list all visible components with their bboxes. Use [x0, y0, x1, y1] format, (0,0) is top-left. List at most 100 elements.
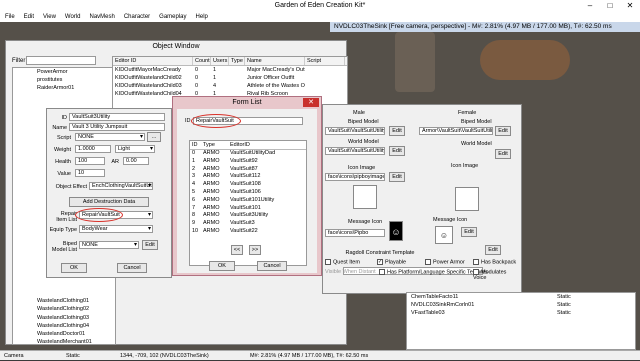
list-item[interactable]: 6 ARMO VaultSuit101Utility [190, 197, 306, 205]
male-icon-edit-button[interactable]: Edit [389, 172, 405, 182]
cell-name: Athlete of the Wastes Outfit [247, 83, 305, 89]
male-message-path[interactable]: face\icons\Pipbo [325, 229, 385, 237]
male-biped-path[interactable]: VaultSuit\VaultSuitUtility\M\OutfitM [325, 127, 385, 135]
tree-item[interactable]: WastelandClothing04 [13, 322, 115, 330]
col-type[interactable]: Type [229, 57, 245, 65]
menu-gameplay[interactable]: Gameplay [159, 12, 186, 22]
tree-item[interactable]: WastelandDoctor01 [13, 330, 115, 338]
list-item[interactable]: 1 ARMO VaultSuit92 [190, 158, 306, 166]
tree-item[interactable]: WastelandClothing01 [13, 297, 115, 305]
value-field[interactable]: 10 [75, 169, 105, 177]
cancel-button[interactable]: Cancel [117, 263, 147, 273]
modulates-voice-checkbox[interactable]: Modulates Voice [473, 269, 521, 281]
list-item[interactable]: 7 ARMO VaultSuit101 [190, 205, 306, 213]
name-label: Name [52, 125, 67, 131]
male-world-edit-button[interactable]: Edit [389, 146, 405, 156]
list-item[interactable]: NVDLC03SinkRmCorln01 Static [407, 301, 635, 309]
power-armor-checkbox[interactable]: Power Armor [425, 259, 465, 265]
menu-view[interactable]: View [43, 12, 56, 22]
ar-field[interactable]: 0.00 [123, 157, 149, 165]
col-type[interactable]: Type [203, 141, 230, 149]
tree-item[interactable]: RaiderArmor01 [13, 84, 115, 92]
has-backpack-checkbox[interactable]: Has Backpack [473, 259, 516, 265]
tree-item[interactable]: PowerArmor [13, 68, 115, 76]
col-users[interactable]: Users [211, 57, 229, 65]
quest-item-checkbox[interactable]: Quest Item [325, 259, 360, 265]
tree-item[interactable]: WastelandClothing03 [13, 314, 115, 322]
id-label: ID [61, 115, 68, 121]
minimize-icon[interactable]: – [580, 0, 600, 12]
female-biped-path[interactable]: Armor\VaultSuit\VaultSuitUtility\F\Outfi… [419, 127, 493, 135]
ok-button[interactable]: OK [61, 263, 87, 273]
form-list-cancel-button[interactable]: Cancel [257, 261, 287, 271]
male-icon-image-label: Icon Image [348, 165, 376, 171]
weight-field[interactable]: 1.0000 [75, 145, 111, 153]
list-item[interactable]: 8 ARMO VaultSuit3Utility [190, 212, 306, 220]
list-item[interactable]: 9 ARMO VaultSuit3 [190, 220, 306, 228]
table-row[interactable]: KIDOutfitWastelandChild02 0 1 Junior Office… [113, 74, 347, 82]
tree-item[interactable]: WastelandMerchant01 [13, 338, 115, 344]
list-item[interactable]: 4 ARMO VaultSuit108 [190, 181, 306, 189]
close-icon[interactable]: ✕ [620, 0, 640, 12]
tree-item[interactable] [13, 281, 115, 289]
col-script[interactable]: Script [305, 57, 345, 65]
playable-checkbox[interactable]: Playable [377, 259, 406, 265]
equip-type-select[interactable]: BodyWear [79, 225, 153, 233]
biped-panel: Male Female Biped Model Biped Model Vaul… [322, 104, 522, 294]
list-item[interactable]: 3 ARMO VaultSuit112 [190, 173, 306, 181]
cell-type: ARMO [203, 181, 220, 188]
tree-item[interactable] [13, 289, 115, 297]
equip-type-label: Equip Type [49, 227, 77, 233]
health-field[interactable]: 100 [75, 157, 105, 165]
ragdoll-edit-button[interactable]: Edit [485, 245, 501, 255]
col-editor-id[interactable]: EditorID [230, 141, 306, 149]
male-icon-path[interactable]: face\icons\pipboyimages\app [325, 173, 385, 181]
menu-help[interactable]: Help [196, 12, 208, 22]
weight-class-select[interactable]: Light [115, 145, 155, 153]
list-item[interactable]: 5 ARMO VaultSuit106 [190, 189, 306, 197]
id-field[interactable]: VaultSuit3Utility [69, 113, 165, 121]
list-item[interactable]: ChemTableFacto11 Static [407, 293, 635, 301]
col-count[interactable]: Count [193, 57, 211, 65]
female-biped-edit-button[interactable]: Edit [495, 126, 511, 136]
list-item[interactable]: VFastTable03 Static [407, 309, 635, 317]
menu-navmesh[interactable]: NavMesh [89, 12, 114, 22]
next-button[interactable]: >> [249, 245, 261, 255]
close-icon[interactable]: ✕ [303, 98, 319, 107]
list-item[interactable]: 0 ARMO VaultSuitUtilityDad [190, 150, 306, 158]
has-platform-checkbox[interactable]: Has Platform/Language Specific Textures [379, 269, 488, 275]
maximize-icon[interactable]: □ [600, 0, 620, 12]
col-editor-id[interactable]: Editor ID [113, 57, 193, 65]
list-item[interactable]: 2 ARMO VaultSuit87 [190, 166, 306, 174]
prev-button[interactable]: << [231, 245, 243, 255]
male-world-path[interactable]: VaultSuit\VaultSuitUtility\M\GO.NIF [325, 147, 385, 155]
render-object-list[interactable]: ChemTableFacto11 Static NVDLC03SinkRmCorln… [406, 292, 636, 350]
table-row[interactable]: KIDOutfitMayorMacCready 0 1 Major MacCready… [113, 66, 347, 74]
menu-world[interactable]: World [65, 12, 81, 22]
menu-character[interactable]: Character [124, 12, 150, 22]
object-effect-select[interactable]: EnchClothingVaultSuitUtility [89, 182, 153, 190]
filter-input[interactable] [26, 56, 96, 65]
add-destruction-button[interactable]: Add Destruction Data [69, 197, 149, 207]
app-titlebar: Garden of Eden Creation Kit* – □ ✕ [0, 0, 640, 12]
menu-file[interactable]: File [5, 12, 15, 22]
female-message-edit-button[interactable]: Edit [461, 227, 477, 237]
tree-item[interactable] [13, 93, 115, 101]
female-world-edit-button[interactable]: Edit [495, 149, 511, 159]
list-item[interactable]: 10 ARMO VaultSuit22 [190, 228, 306, 236]
table-row[interactable]: KIDOutfitWastelandChild03 0 4 Athlete of th… [113, 82, 347, 90]
biped-model-list-select[interactable]: NONE [79, 241, 139, 249]
biped-list-edit-button[interactable]: Edit [142, 240, 158, 250]
tree-item[interactable]: WastelandClothing02 [13, 305, 115, 313]
menu-edit[interactable]: Edit [24, 12, 34, 22]
name-field[interactable]: Vault 3 Utility Jumpsuit [69, 123, 165, 131]
male-biped-edit-button[interactable]: Edit [389, 126, 405, 136]
col-id[interactable]: ID [190, 141, 203, 149]
col-name[interactable]: Name [245, 57, 305, 65]
tree-item[interactable]: prostitutes [13, 76, 115, 84]
script-select[interactable]: NONE [75, 133, 145, 141]
male-message-icon-label: Message Icon [348, 219, 383, 225]
form-list-ok-button[interactable]: OK [209, 261, 235, 271]
form-list-table[interactable]: ID Type EditorID 0 ARMO VaultSuitUtilityDa… [189, 140, 307, 266]
script-more-button[interactable]: ... [147, 132, 161, 142]
